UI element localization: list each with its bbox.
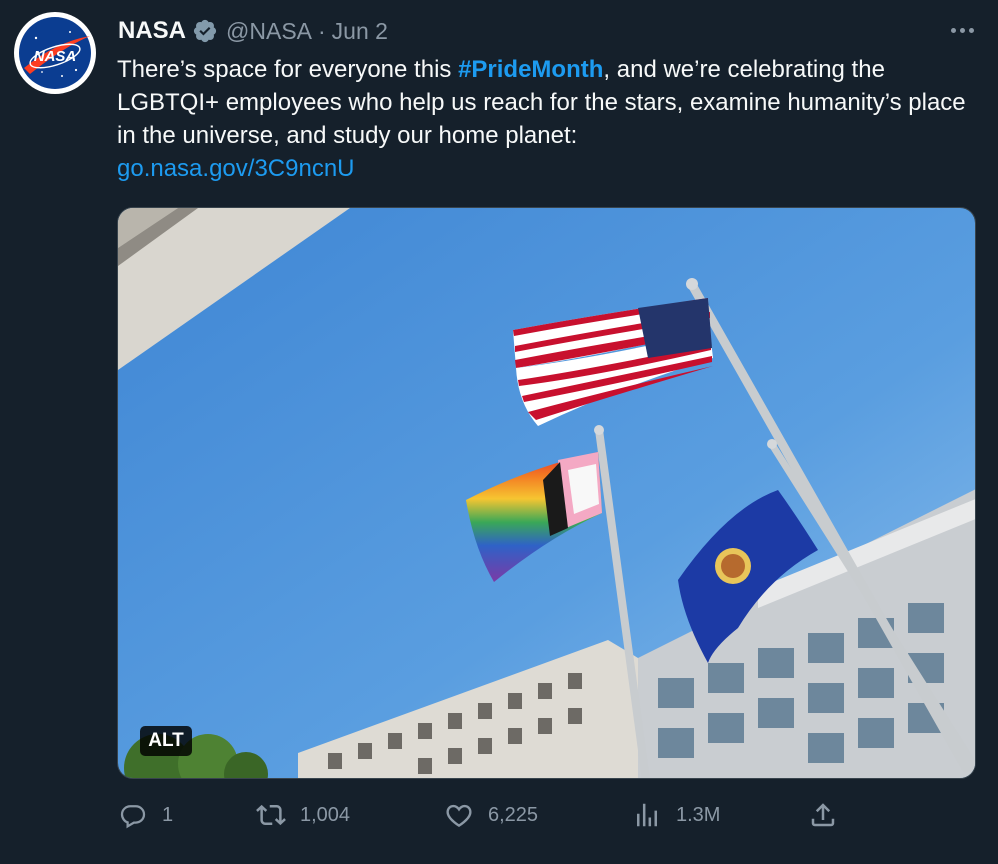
reply-count: 1 bbox=[162, 803, 174, 826]
tweet-text: There’s space for everyone this #PrideMo… bbox=[117, 53, 987, 185]
dot bbox=[968, 27, 974, 33]
like-count: 6,225 bbox=[488, 803, 539, 826]
tweet-url-link[interactable]: go.nasa.gov/3C9ncnU bbox=[117, 155, 355, 182]
alt-badge[interactable]: ALT bbox=[140, 726, 192, 756]
tweet-date[interactable]: Jun 2 bbox=[332, 18, 388, 45]
verified-badge-icon bbox=[192, 18, 218, 44]
author-name[interactable]: NASA bbox=[118, 17, 186, 45]
share-button[interactable] bbox=[808, 800, 852, 830]
svg-text:NASA: NASA bbox=[34, 48, 77, 65]
retweet-button[interactable]: 1,004 bbox=[256, 800, 350, 830]
like-button[interactable]: 6,225 bbox=[444, 800, 538, 830]
dot bbox=[959, 27, 965, 33]
tweet-actions-bar: 1 1,004 6,225 1.3M bbox=[0, 800, 998, 840]
nasa-avatar[interactable]: NASA bbox=[14, 12, 96, 94]
flags-photo bbox=[118, 208, 975, 778]
views-bar-icon bbox=[637, 803, 657, 827]
tweet-photo[interactable] bbox=[117, 207, 976, 779]
hashtag-link[interactable]: #PrideMonth bbox=[458, 56, 603, 83]
reply-icon bbox=[120, 805, 146, 829]
tweet-header: NASA @NASA · Jun 2 bbox=[118, 16, 388, 46]
retweet-count: 1,004 bbox=[300, 803, 351, 826]
nasa-logo-icon: NASA bbox=[19, 17, 91, 89]
reply-button[interactable]: 1 bbox=[118, 800, 173, 830]
views-button[interactable]: 1.3M bbox=[632, 800, 720, 830]
separator: · bbox=[318, 17, 326, 44]
heart-icon bbox=[446, 804, 472, 828]
author-handle[interactable]: @NASA bbox=[226, 18, 312, 45]
share-icon bbox=[811, 803, 835, 827]
views-count: 1.3M bbox=[676, 803, 721, 826]
tweet-text-part1: There’s space for everyone this bbox=[117, 56, 459, 83]
tweet: NASA NASA @NASA · Jun 2 There’s space fo… bbox=[0, 0, 998, 864]
dot bbox=[950, 27, 956, 33]
more-dots-icon[interactable] bbox=[944, 16, 980, 44]
retweet-icon bbox=[256, 804, 286, 826]
